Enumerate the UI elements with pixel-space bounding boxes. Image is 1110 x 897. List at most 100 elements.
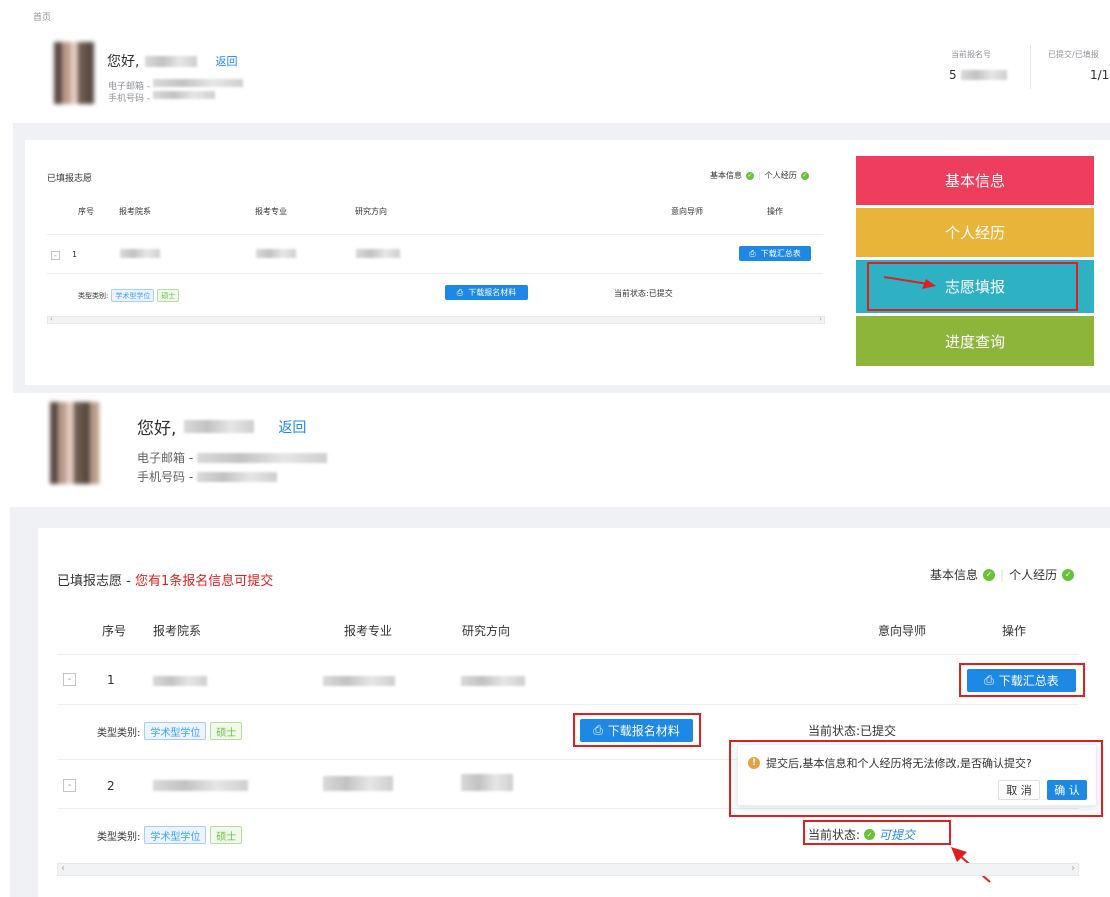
nav-personal-experience-label: 个人经历 (944, 224, 1005, 242)
col-tutor: 意向导师 (878, 624, 927, 638)
direction-redacted (461, 676, 525, 686)
highlight-box (959, 663, 1085, 697)
user-greeting: 您好, 返回 (137, 414, 306, 439)
col-no: 序号 (78, 207, 94, 216)
submit-warning-text: 您有1条报名信息可提交 (134, 574, 274, 589)
nav-progress-query[interactable]: 进度查询 (856, 316, 1094, 366)
row-number: 1 (107, 673, 115, 687)
tag-academic: 学术型学位 (144, 826, 207, 844)
username-redacted (184, 420, 255, 433)
check-icon: ✓ (800, 171, 809, 180)
greeting-text: 您好, (107, 54, 140, 70)
expand-toggle[interactable]: - (63, 673, 76, 686)
major-redacted (256, 249, 296, 258)
col-dept: 报考院系 (153, 624, 202, 638)
status-experience: 个人经历 (1009, 568, 1058, 582)
type-category: 类型类别: 学术型学位 硕士 (97, 722, 243, 740)
printer-icon: ⎙ (456, 287, 464, 297)
section-title-text: 已填报志愿 (57, 574, 123, 589)
download-materials-label: 下载报名材料 (468, 288, 517, 297)
tag-master: 硕士 (210, 826, 243, 844)
direction-redacted (461, 774, 513, 791)
major-redacted (323, 676, 395, 686)
title-separator: - (122, 574, 135, 589)
check-icon: ✓ (746, 171, 754, 180)
type-label: 类型类别: (97, 727, 141, 739)
email-redacted (153, 79, 244, 87)
nav-basic-info[interactable]: 基本信息 (856, 156, 1094, 205)
highlight-box (729, 740, 1103, 817)
download-summary-label: 下载汇总表 (760, 249, 801, 258)
download-summary-button[interactable]: ⎙ 下载汇总表 (739, 246, 811, 261)
stat-reg-no-prefix: 5 (949, 68, 957, 82)
col-major: 报考专业 (255, 207, 287, 216)
phone-redacted (153, 91, 216, 99)
avatar (50, 402, 100, 484)
status-separator: | (1000, 567, 1005, 582)
type-category: 类型类别: 学术型学位 硕士 (78, 289, 180, 302)
greeting-text: 您好, (137, 419, 177, 439)
status-basic-info: 基本信息 (710, 171, 742, 180)
expand-toggle[interactable]: - (51, 251, 60, 260)
scroll-left-icon[interactable]: ‹ (50, 315, 53, 323)
current-status: 当前状态:已提交 (808, 724, 897, 738)
scroll-right-icon[interactable]: › (1071, 863, 1075, 874)
scroll-right-icon[interactable]: › (819, 315, 822, 323)
stat-divider (1030, 45, 1031, 89)
arrow-icon (883, 276, 936, 289)
row-divider (57, 704, 1079, 705)
user-greeting: 您好, 返回 (107, 51, 237, 71)
phone-label: 手机号码 - (108, 94, 151, 104)
reg-no-redacted (960, 70, 1007, 80)
avatar (54, 42, 94, 104)
nav-personal-experience[interactable]: 个人经历 (856, 208, 1094, 257)
completion-status: 基本信息 ✓ | 个人经历 ✓ (710, 170, 809, 181)
email-row: 电子邮箱 - (137, 449, 328, 466)
download-materials-button[interactable]: ⎙ 下载报名材料 (445, 285, 528, 300)
email-redacted (197, 452, 328, 463)
nav-progress-query-label: 进度查询 (944, 332, 1005, 351)
status-experience: 个人经历 (764, 171, 797, 180)
expand-toggle[interactable]: - (63, 779, 76, 792)
row-number: 1 (72, 250, 78, 259)
horizontal-scrollbar[interactable]: ‹ › (47, 315, 825, 324)
direction-redacted (356, 249, 400, 258)
back-link[interactable]: 返回 (278, 417, 306, 437)
stat-reg-no-value: 5 (949, 68, 1007, 82)
email-label: 电子邮箱 - (137, 451, 194, 465)
highlight-box (803, 820, 951, 845)
tag-academic: 学术型学位 (111, 289, 155, 302)
phone-label: 手机号码 - (137, 470, 194, 484)
table-divider (57, 654, 1079, 655)
col-dept: 报考院系 (119, 207, 151, 216)
highlight-box (573, 713, 701, 747)
col-major: 报考专业 (344, 624, 393, 638)
printer-icon: ⎙ (749, 248, 756, 258)
username-redacted (145, 55, 198, 67)
horizontal-scrollbar[interactable]: ‹ › (57, 863, 1079, 876)
completion-status: 基本信息 ✓ | 个人经历 ✓ (930, 566, 1075, 583)
col-direction: 研究方向 (462, 624, 511, 638)
col-no: 序号 (102, 624, 127, 638)
stat-submitted-label: 已提交/已填报 (1048, 50, 1099, 59)
type-label: 类型类别: (97, 831, 141, 843)
tag-master: 硕士 (210, 722, 243, 740)
breadcrumb[interactable]: 首页 (33, 10, 51, 23)
section-title: 已填报志愿 - 您有1条报名信息可提交 (57, 570, 273, 589)
row-divider (47, 273, 823, 274)
back-link[interactable]: 返回 (215, 53, 237, 69)
dept-redacted (120, 249, 160, 258)
dept-redacted (153, 676, 207, 686)
tag-academic: 学术型学位 (144, 722, 207, 740)
col-operation: 操作 (767, 207, 783, 216)
phone-row: 手机号码 - (108, 91, 216, 104)
section-title: 已填报志愿 (47, 174, 93, 184)
status-separator: | (758, 171, 761, 180)
status-basic-info: 基本信息 (930, 568, 979, 582)
dept-redacted (153, 780, 248, 791)
type-category: 类型类别: 学术型学位 硕士 (97, 826, 243, 844)
scroll-left-icon[interactable]: ‹ (61, 863, 65, 874)
col-tutor: 意向导师 (671, 207, 703, 216)
major-redacted (323, 776, 393, 791)
row-number: 2 (107, 779, 115, 793)
